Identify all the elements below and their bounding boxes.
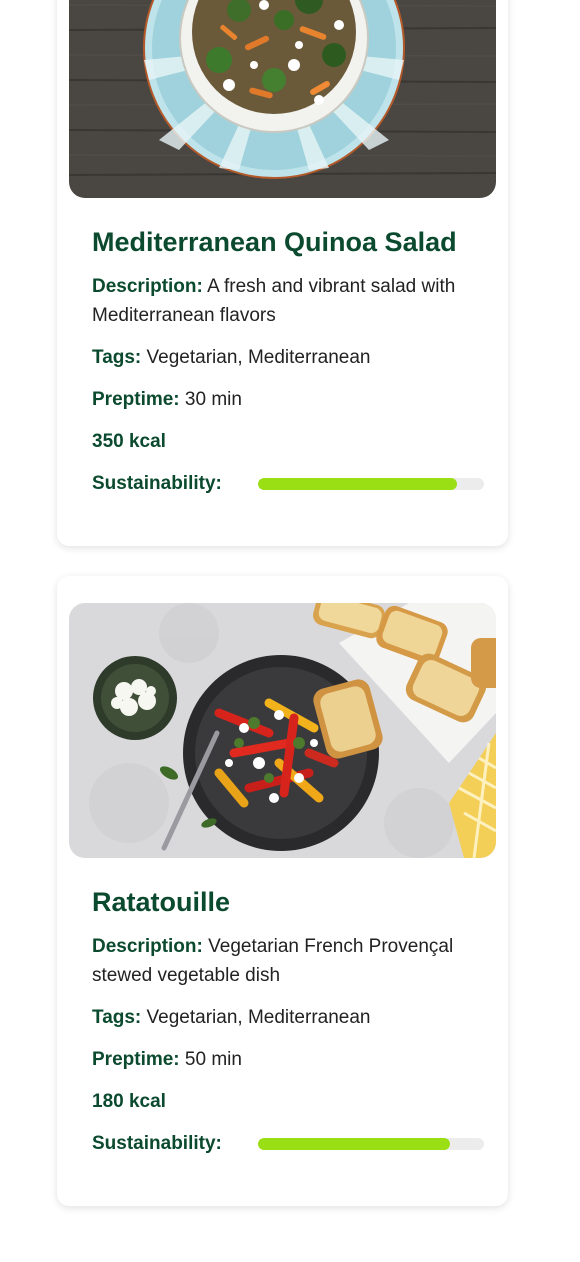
sustainability-bar-fill [258,1137,451,1150]
recipe-description: Description: Vegetarian French Provençal… [92,932,484,990]
recipe-title: Mediterranean Quinoa Salad [92,227,457,257]
tags-value: Vegetarian, Mediterranean [146,1007,371,1028]
tags-label: Tags: [92,1007,142,1028]
recipe-details: Ratatouille Description: Vegetarian Fren… [92,886,484,1158]
recipe-preptime: Preptime: 30 min [92,385,484,414]
recipe-calories: 180 kcal [92,1091,166,1112]
recipe-preptime: Preptime: 50 min [92,1045,484,1074]
recipe-calories: 350 kcal [92,431,166,452]
recipe-image [69,603,496,858]
sustainability-bar [258,477,484,490]
recipe-details: Mediterranean Quinoa Salad Description: … [92,226,484,498]
sustainability-bar-fill [258,477,457,490]
preptime-value: 50 min [184,1049,242,1070]
description-label: Description: [92,276,203,297]
recipe-list: Mediterranean Quinoa Salad Description: … [0,0,580,1262]
tags-label: Tags: [92,347,142,368]
recipe-tags: Tags: Vegetarian, Mediterranean [92,1003,484,1032]
sustainability-row: Sustainability: [92,469,484,498]
description-label: Description: [92,936,203,957]
recipe-card[interactable]: Ratatouille Description: Vegetarian Fren… [57,576,508,1206]
recipe-card[interactable]: Mediterranean Quinoa Salad Description: … [57,0,508,546]
sustainability-label: Sustainability: [92,473,222,494]
recipe-title: Ratatouille [92,887,231,917]
sustainability-label: Sustainability: [92,1133,222,1154]
preptime-label: Preptime: [92,389,180,410]
recipe-description: Description: A fresh and vibrant salad w… [92,272,484,330]
recipe-tags: Tags: Vegetarian, Mediterranean [92,343,484,372]
tags-value: Vegetarian, Mediterranean [146,347,371,368]
preptime-value: 30 min [184,389,242,410]
sustainability-bar [258,1137,484,1150]
sustainability-row: Sustainability: [92,1129,484,1158]
preptime-label: Preptime: [92,1049,180,1070]
recipe-image [69,0,496,198]
